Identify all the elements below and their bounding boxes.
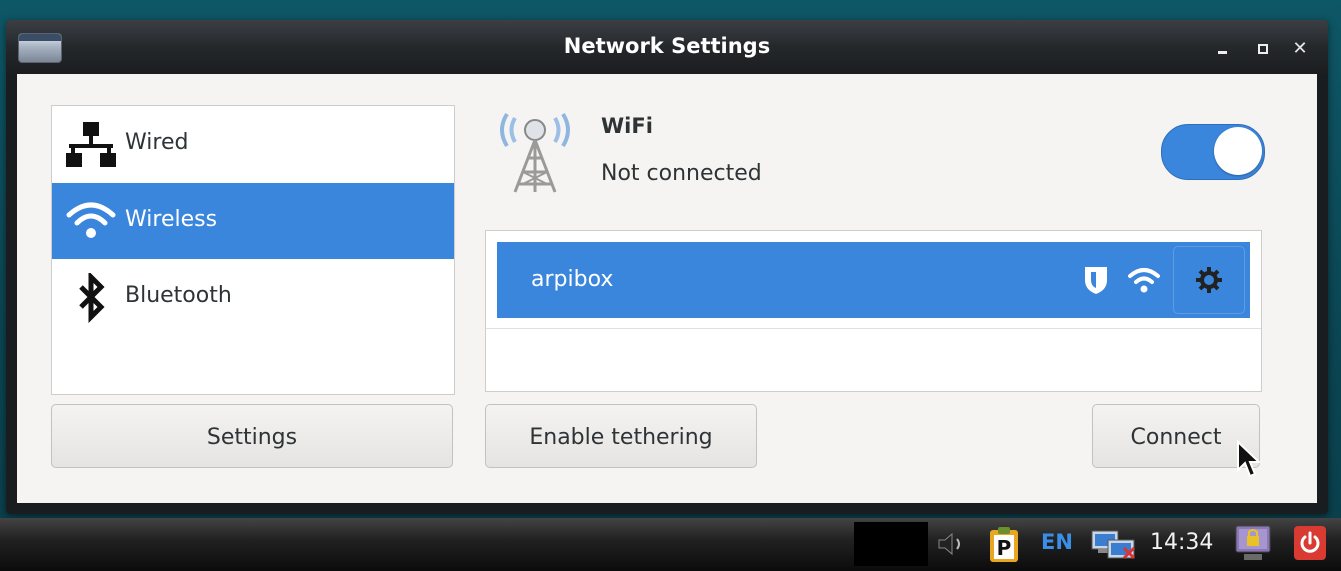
maximize-icon bbox=[1258, 44, 1268, 54]
bluetooth-icon bbox=[79, 273, 105, 323]
network-monitor-icon[interactable] bbox=[1090, 528, 1138, 562]
settings-button[interactable]: Settings bbox=[51, 404, 453, 468]
gear-icon bbox=[1196, 267, 1222, 293]
close-button[interactable]: ✕ bbox=[1289, 38, 1311, 60]
sidebar-item-label: Bluetooth bbox=[125, 283, 232, 308]
network-ssid: arpibox bbox=[531, 267, 614, 292]
power-button[interactable] bbox=[1294, 526, 1326, 560]
wireless-tower-icon bbox=[500, 112, 570, 193]
signal-strength-icon bbox=[1128, 268, 1160, 293]
tray-redacted-area bbox=[854, 522, 928, 566]
sidebar-item-wireless[interactable]: Wireless bbox=[52, 183, 454, 259]
clipboard-icon[interactable]: P bbox=[988, 526, 1020, 564]
shield-icon bbox=[1085, 267, 1107, 294]
power-icon bbox=[1300, 531, 1320, 553]
svg-text:P: P bbox=[997, 536, 1012, 560]
window-title: Network Settings bbox=[563, 34, 771, 58]
sidebar-item-wired[interactable]: Wired bbox=[52, 106, 454, 182]
sidebar-item-bluetooth[interactable]: Bluetooth bbox=[52, 259, 454, 335]
minimize-icon bbox=[1218, 51, 1227, 54]
wifi-heading: WiFi bbox=[601, 114, 653, 138]
wifi-toggle[interactable] bbox=[1161, 124, 1265, 180]
minimize-button[interactable] bbox=[1212, 38, 1234, 60]
taskbar: P EN 14:34 bbox=[0, 518, 1341, 571]
connection-type-list: Wired Wireless Bluetooth bbox=[51, 105, 455, 395]
connect-button[interactable]: Connect bbox=[1092, 404, 1260, 468]
network-list: arpibox bbox=[485, 230, 1262, 392]
network-settings-button[interactable] bbox=[1173, 246, 1245, 314]
enable-tethering-button[interactable]: Enable tethering bbox=[485, 404, 757, 468]
sidebar-item-label: Wireless bbox=[125, 207, 218, 232]
list-divider bbox=[486, 328, 1261, 329]
title-bar[interactable]: Network Settings ✕ bbox=[6, 20, 1328, 74]
lock-screen-icon[interactable] bbox=[1234, 524, 1272, 564]
network-settings-window: Network Settings ✕ Wired Wireless Blueto… bbox=[6, 20, 1328, 514]
network-row[interactable]: arpibox bbox=[497, 242, 1250, 318]
mouse-cursor-icon bbox=[1237, 440, 1260, 478]
toggle-knob bbox=[1214, 127, 1262, 175]
clock[interactable]: 14:34 bbox=[1150, 530, 1213, 555]
wired-network-icon bbox=[66, 122, 116, 167]
wifi-connection-status: Not connected bbox=[601, 161, 762, 186]
volume-icon[interactable] bbox=[936, 530, 970, 558]
keyboard-layout-indicator[interactable]: EN bbox=[1041, 530, 1073, 554]
sidebar-item-label: Wired bbox=[125, 130, 189, 155]
maximize-button[interactable] bbox=[1252, 38, 1274, 60]
close-icon: ✕ bbox=[1292, 38, 1308, 59]
window-content: Wired Wireless Bluetooth WiFi Not connec… bbox=[17, 74, 1317, 503]
wifi-icon bbox=[66, 202, 116, 238]
